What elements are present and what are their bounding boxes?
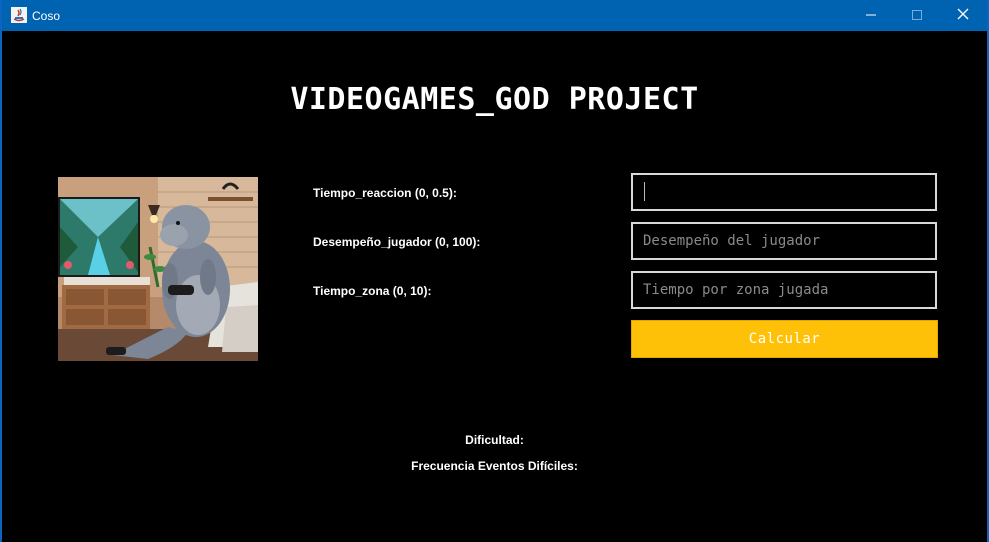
app-window: Coso VIDEOGAMES_GOD PROJECT Tiempo_reacc… <box>0 0 989 542</box>
page-title: VIDEOGAMES_GOD PROJECT <box>290 82 699 117</box>
close-button[interactable] <box>940 0 986 31</box>
title-bar[interactable]: Coso <box>2 0 987 31</box>
maximize-button[interactable] <box>894 0 940 31</box>
text-caret <box>644 182 645 201</box>
maximize-icon <box>912 7 922 25</box>
desempeno-jugador-input[interactable] <box>631 222 937 260</box>
frequency-result: Frecuencia Eventos Difíciles: <box>411 459 578 473</box>
minimize-icon <box>866 7 876 25</box>
tiempo-reaccion-input[interactable] <box>631 173 937 211</box>
manatee-gamer-image <box>58 177 258 361</box>
window-title: Coso <box>32 9 61 23</box>
label-tiempo-reaccion: Tiempo_reaccion (0, 0.5): <box>313 186 457 200</box>
close-icon <box>957 7 969 25</box>
tiempo-zona-input[interactable] <box>631 271 937 309</box>
minimize-button[interactable] <box>848 0 894 31</box>
label-desempeno-jugador: Desempeño_jugador (0, 100): <box>313 235 481 249</box>
calcular-button[interactable]: Calcular <box>631 320 938 358</box>
difficulty-result: Dificultad: <box>465 433 524 447</box>
label-tiempo-zona: Tiempo_zona (0, 10): <box>313 284 432 298</box>
java-app-icon <box>11 7 27 23</box>
